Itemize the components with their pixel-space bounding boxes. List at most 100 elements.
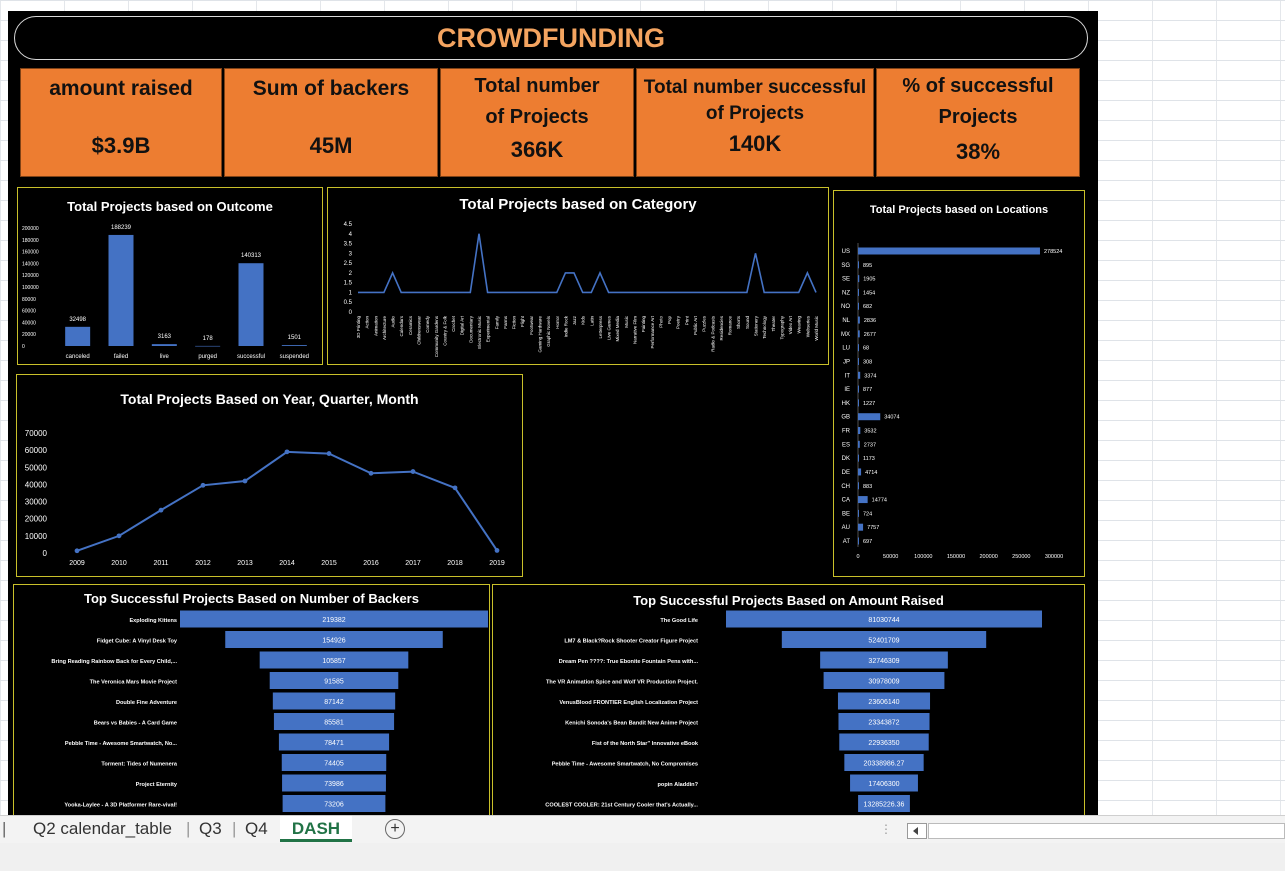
kpi-label: Sum of backers bbox=[252, 77, 410, 100]
x-tick-label: Community Gardens bbox=[434, 315, 439, 357]
y-tick-label: 3.5 bbox=[344, 242, 353, 248]
sheet-tab-bar: | Q2 calendar_table | Q3 | Q4 DASH + ⋮ bbox=[0, 815, 1285, 844]
y-tick-label: 0.5 bbox=[344, 300, 353, 306]
x-tick-label: Mixed Media bbox=[615, 316, 620, 342]
x-tick-label: failed bbox=[114, 354, 128, 360]
bar bbox=[858, 330, 860, 338]
x-tick-label: Latin bbox=[589, 316, 594, 326]
y-tick-label: LU bbox=[842, 346, 850, 352]
x-tick-label: Letterpress bbox=[598, 315, 603, 338]
y-tick-label: 1 bbox=[349, 290, 353, 296]
location-chart: US 278524 SG 895 SE 1905 NZ 1454 NO 682 NL 2836 MX 26… bbox=[841, 243, 1063, 560]
x-tick-label: Calendars bbox=[399, 315, 404, 336]
bar bbox=[858, 261, 859, 269]
x-tick-label: Print bbox=[684, 315, 689, 325]
data-label: 883 bbox=[863, 484, 872, 490]
x-tick-label: 250000 bbox=[1012, 554, 1030, 560]
bar bbox=[858, 371, 861, 379]
y-tick-label: 140000 bbox=[22, 261, 39, 267]
x-tick-label: Radio & Podcasts bbox=[710, 315, 715, 352]
x-tick-label: Horror bbox=[555, 316, 560, 329]
y-tick-label: GB bbox=[841, 415, 850, 421]
data-label: 308 bbox=[863, 359, 872, 365]
x-tick-label: successful bbox=[237, 354, 265, 360]
x-tick-label: Poetry bbox=[676, 315, 681, 329]
y-tick-label: 20000 bbox=[22, 332, 36, 338]
y-tick-label: 40000 bbox=[22, 320, 36, 326]
y-tick-label: 1.5 bbox=[344, 281, 353, 287]
x-tick-label: 2013 bbox=[237, 560, 253, 567]
x-tick-label: live bbox=[160, 354, 170, 360]
sheet-tab-q2-calendar-table[interactable]: Q2 calendar_table bbox=[33, 816, 172, 842]
x-tick-label: Residencies bbox=[719, 315, 724, 340]
bar bbox=[858, 357, 859, 365]
data-label: 877 bbox=[863, 387, 872, 393]
y-tick-label: 160000 bbox=[22, 250, 39, 256]
x-tick-label: suspended bbox=[280, 354, 309, 360]
scroll-left-edge[interactable]: | bbox=[2, 816, 6, 842]
x-tick-label: 2017 bbox=[405, 560, 421, 567]
x-tick-label: Digital Art bbox=[460, 315, 465, 335]
y-tick-label: Double Fine Adventure bbox=[116, 700, 177, 706]
y-tick-label: AT bbox=[843, 539, 851, 545]
x-tick-label: Shorts bbox=[736, 315, 741, 329]
data-point bbox=[410, 469, 416, 474]
y-tick-label: NO bbox=[841, 304, 850, 310]
scroll-separator[interactable]: ⋮ bbox=[880, 816, 892, 842]
data-label: 1454 bbox=[863, 290, 875, 296]
x-tick-label: Family bbox=[494, 315, 499, 329]
x-tick-label: Pop bbox=[667, 316, 672, 325]
backers-funnel-panel: Top Successful Projects Based on Number … bbox=[13, 584, 490, 815]
sheet-tab-q4[interactable]: Q4 bbox=[245, 816, 268, 842]
sheet-tab-dash[interactable]: DASH bbox=[280, 816, 352, 842]
y-tick-label: 2.5 bbox=[344, 261, 353, 267]
data-label: 3532 bbox=[864, 429, 876, 435]
data-label: 34074 bbox=[884, 415, 899, 421]
kpi-value: 45M bbox=[309, 133, 353, 158]
bar bbox=[858, 385, 859, 393]
x-tick-label: Electronic Music bbox=[477, 315, 482, 349]
data-point bbox=[116, 533, 122, 539]
data-label: 697 bbox=[863, 539, 872, 545]
data-label: 32498 bbox=[69, 317, 86, 323]
kpi-value: 366K bbox=[510, 137, 564, 162]
plus-circle-icon[interactable]: + bbox=[385, 819, 405, 839]
sheet-tab-q3[interactable]: Q3 bbox=[199, 816, 222, 842]
data-label: 7757 bbox=[867, 525, 879, 531]
x-tick-label: Puzzles bbox=[702, 315, 707, 332]
y-tick-label: Pebble Time - Awesome Smartwatch, No... bbox=[65, 741, 178, 747]
y-tick-label: Yooka-Laylee - A 3D Platformer Rare-viva… bbox=[64, 803, 177, 809]
x-tick-label: purged bbox=[198, 354, 217, 360]
y-tick-label: 200000 bbox=[22, 226, 39, 232]
category-chart-panel: Total Projects based on Category 0 0.5 1 1.… bbox=[327, 187, 829, 365]
x-tick-label: Action bbox=[365, 316, 370, 329]
status-bar bbox=[0, 843, 1285, 871]
y-tick-label: 10000 bbox=[25, 532, 48, 541]
bar bbox=[858, 468, 862, 476]
x-tick-label: Music bbox=[624, 315, 629, 328]
y-tick-label: The Good Life bbox=[660, 618, 698, 624]
horizontal-scrollbar[interactable] bbox=[928, 823, 1285, 839]
x-tick-label: 2019 bbox=[489, 560, 505, 567]
y-tick-label: NZ bbox=[842, 290, 850, 296]
y-tick-label: 180000 bbox=[22, 238, 39, 244]
x-tick-label: Footwear bbox=[529, 316, 534, 335]
bar bbox=[65, 326, 91, 346]
data-label: 23343872 bbox=[868, 720, 899, 727]
caret-left-icon bbox=[913, 827, 918, 835]
x-tick-label: Typography bbox=[779, 315, 784, 339]
amount-funnel-chart: The Good Life 81030744 LM7 & Black?Rock Sh… bbox=[545, 610, 1042, 812]
x-tick-label: Webseries bbox=[805, 315, 810, 337]
x-tick-label: canceled bbox=[66, 354, 90, 360]
data-label: 2836 bbox=[864, 318, 876, 324]
x-tick-label: Performance Art bbox=[650, 315, 655, 348]
data-label: 23606140 bbox=[868, 699, 899, 706]
bar bbox=[858, 316, 860, 324]
x-tick-label: Fiction bbox=[512, 316, 517, 330]
bar bbox=[858, 427, 861, 435]
data-label: 4714 bbox=[865, 470, 877, 476]
data-point bbox=[74, 548, 80, 554]
x-tick-label: Live Games bbox=[607, 315, 612, 340]
horizontal-scroll-left-button[interactable] bbox=[907, 823, 927, 839]
y-tick-label: COOLEST COOLER: 21st Century Cooler that… bbox=[545, 803, 698, 809]
